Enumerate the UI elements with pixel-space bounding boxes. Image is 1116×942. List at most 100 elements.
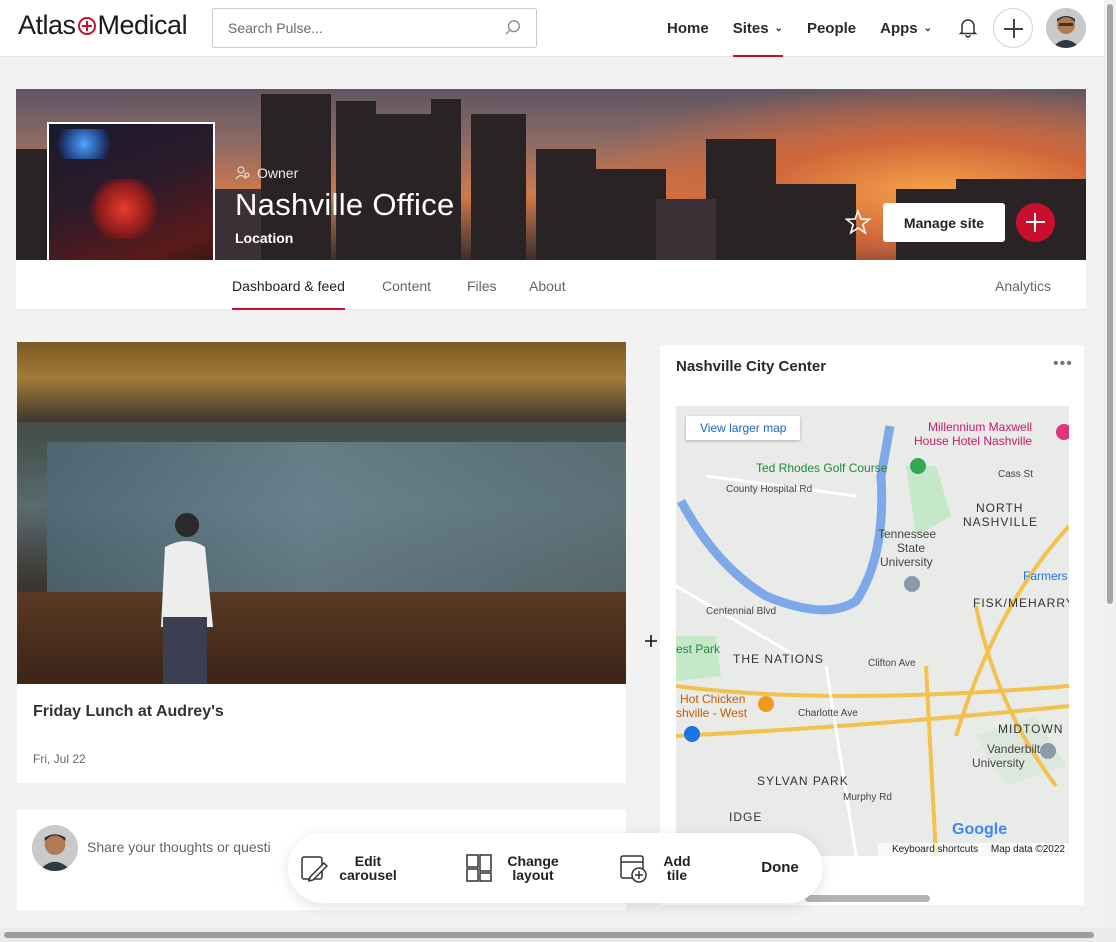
search-icon[interactable]: [504, 19, 522, 37]
bell-icon[interactable]: [957, 16, 979, 38]
nav-home-label: Home: [667, 19, 709, 37]
site-tabs: Dashboard & feed Content Files About Ana…: [16, 260, 1086, 310]
edit-dashboard-toolbar: Edit carousel Change layout Add tile Don…: [288, 833, 823, 903]
google-logo: Google: [952, 821, 1007, 839]
more-options-icon[interactable]: •••: [1053, 355, 1073, 373]
change-layout-label: Change layout: [507, 853, 559, 883]
add-tile-icon: [620, 855, 647, 883]
neon-sign-red: [89, 179, 159, 239]
map-label-millennium: Millennium Maxwell: [928, 420, 1033, 434]
map-label-ridge: IDGE: [729, 810, 763, 824]
carousel-item-title[interactable]: Friday Lunch at Audrey's: [33, 703, 224, 721]
map-label-fisk: FISK/MEHARRY: [973, 596, 1069, 610]
map-data-credit[interactable]: Map data ©2022: [991, 844, 1065, 855]
owner-text: Owner: [257, 165, 299, 181]
manage-site-button[interactable]: Manage site: [883, 203, 1005, 242]
tab-files[interactable]: Files: [467, 260, 497, 310]
map-label-cass: Cass St: [998, 469, 1034, 480]
tab-analytics[interactable]: Analytics: [995, 260, 1051, 310]
avatar-image: [1046, 8, 1086, 48]
add-content-button[interactable]: [1016, 203, 1055, 242]
share-thoughts-input[interactable]: Share your thoughts or questi: [87, 839, 297, 855]
map-label-sylvan: SYLVAN PARK: [757, 774, 849, 788]
layout-grid-icon: [466, 854, 492, 882]
create-button[interactable]: [993, 8, 1033, 48]
map-footer: Keyboard shortcuts Map data ©2022: [877, 843, 1069, 856]
carousel-tile[interactable]: Friday Lunch at Audrey's Fri, Jul 22: [17, 342, 626, 783]
map-label-tsu-1: Tennessee: [878, 527, 937, 541]
map-label-charlotte: Charlotte Ave: [798, 708, 858, 719]
atlas-medical-logo[interactable]: Atlas Medical: [18, 10, 188, 41]
map-label-north: NORTH: [976, 501, 1024, 515]
edit-carousel-button[interactable]: Edit carousel: [300, 833, 398, 903]
edit-carousel-label: Edit carousel: [339, 853, 397, 883]
map-label-centennial: Centennial Blvd: [706, 606, 777, 617]
keyboard-shortcuts-link[interactable]: Keyboard shortcuts: [892, 844, 978, 855]
vertical-scrollbar[interactable]: [1104, 0, 1116, 928]
google-map[interactable]: View larger map Millennium Maxwell House…: [676, 406, 1069, 856]
map-label-farmers: Farmers: [1023, 569, 1068, 583]
map-label-hot-chicken-1: Hot Chicken: [680, 692, 746, 706]
map-tile: Nashville City Center ••• View larger ma…: [660, 345, 1084, 905]
restaurant-photo: [17, 342, 626, 684]
done-button[interactable]: Done: [760, 833, 800, 903]
nav-apps[interactable]: Apps ⌄: [880, 0, 932, 57]
horizontal-scrollbar-thumb[interactable]: [4, 932, 1094, 938]
tile-scrollbar[interactable]: [805, 895, 930, 902]
tab-content[interactable]: Content: [382, 260, 431, 310]
main-nav: Home Sites ⌄ People Apps ⌄: [667, 0, 956, 57]
edit-carousel-icon: [301, 856, 328, 883]
chevron-down-icon: ⌄: [774, 22, 783, 34]
nav-sites[interactable]: Sites ⌄: [732, 0, 784, 57]
photo-wall: [47, 442, 626, 592]
photo-hanging-plants: [17, 342, 626, 422]
nav-people[interactable]: People: [807, 0, 856, 57]
composer-avatar: [32, 825, 78, 871]
map-label-house-hotel: House Hotel Nashville: [914, 434, 1033, 448]
map-label-tsu-2: State: [897, 541, 926, 555]
neon-sign-blue: [54, 129, 114, 159]
site-title: Nashville Office: [235, 187, 455, 222]
done-label: Done: [761, 859, 799, 876]
logo-text-left: Atlas: [18, 10, 76, 40]
map-label-midtown: MIDTOWN: [998, 722, 1064, 736]
change-layout-button[interactable]: Change layout: [465, 833, 563, 903]
google-logo-text: Google: [952, 821, 1008, 838]
search-box: [212, 8, 537, 48]
map-label-clifton: Clifton Ave: [868, 658, 916, 669]
photo-bar-counter: [17, 592, 626, 684]
view-larger-map-link[interactable]: View larger map: [686, 416, 801, 440]
avatar-image: [32, 825, 78, 871]
search-input[interactable]: [213, 9, 483, 47]
chevron-down-icon: ⌄: [923, 22, 933, 34]
add-tile-label: Add tile: [663, 853, 691, 883]
tab-dashboard-feed[interactable]: Dashboard & feed: [232, 260, 345, 310]
person-key-icon: [235, 166, 250, 180]
map-label-nashville: NASHVILLE: [963, 515, 1039, 529]
map-label-ted-rhodes: Ted Rhodes Golf Course: [756, 461, 888, 475]
nav-home[interactable]: Home: [667, 0, 709, 57]
map-label-nations: THE NATIONS: [733, 652, 824, 666]
map-label-vanderbilt-2: University: [972, 756, 1025, 770]
user-avatar[interactable]: [1046, 8, 1086, 48]
horizontal-scrollbar[interactable]: [0, 928, 1116, 942]
nav-people-label: People: [806, 19, 857, 37]
add-tile-button[interactable]: Add tile: [619, 833, 697, 903]
map-label-park: est Park: [676, 642, 721, 656]
map-label-county-hospital: County Hospital Rd: [726, 484, 813, 495]
owner-label: Owner: [235, 165, 298, 181]
carousel-item-date: Fri, Jul 22: [33, 752, 86, 766]
site-category: Location: [235, 230, 294, 246]
photo-chef-figure: [161, 513, 213, 684]
nav-sites-label: Sites: [732, 19, 769, 37]
top-navigation: Atlas Medical Home Sites ⌄ People Apps ⌄: [0, 0, 1104, 57]
favorite-star-icon[interactable]: [845, 209, 871, 235]
logo-text-right: Medical: [97, 10, 188, 40]
map-label-tsu-3: University: [880, 555, 933, 569]
vertical-scrollbar-thumb[interactable]: [1107, 4, 1113, 604]
nav-apps-label: Apps: [880, 19, 918, 37]
map-tile-title: Nashville City Center: [676, 358, 827, 375]
tab-about[interactable]: About: [529, 260, 566, 310]
medical-cross-icon: [77, 16, 96, 35]
map-label-vanderbilt-1: Vanderbilt: [987, 742, 1041, 756]
